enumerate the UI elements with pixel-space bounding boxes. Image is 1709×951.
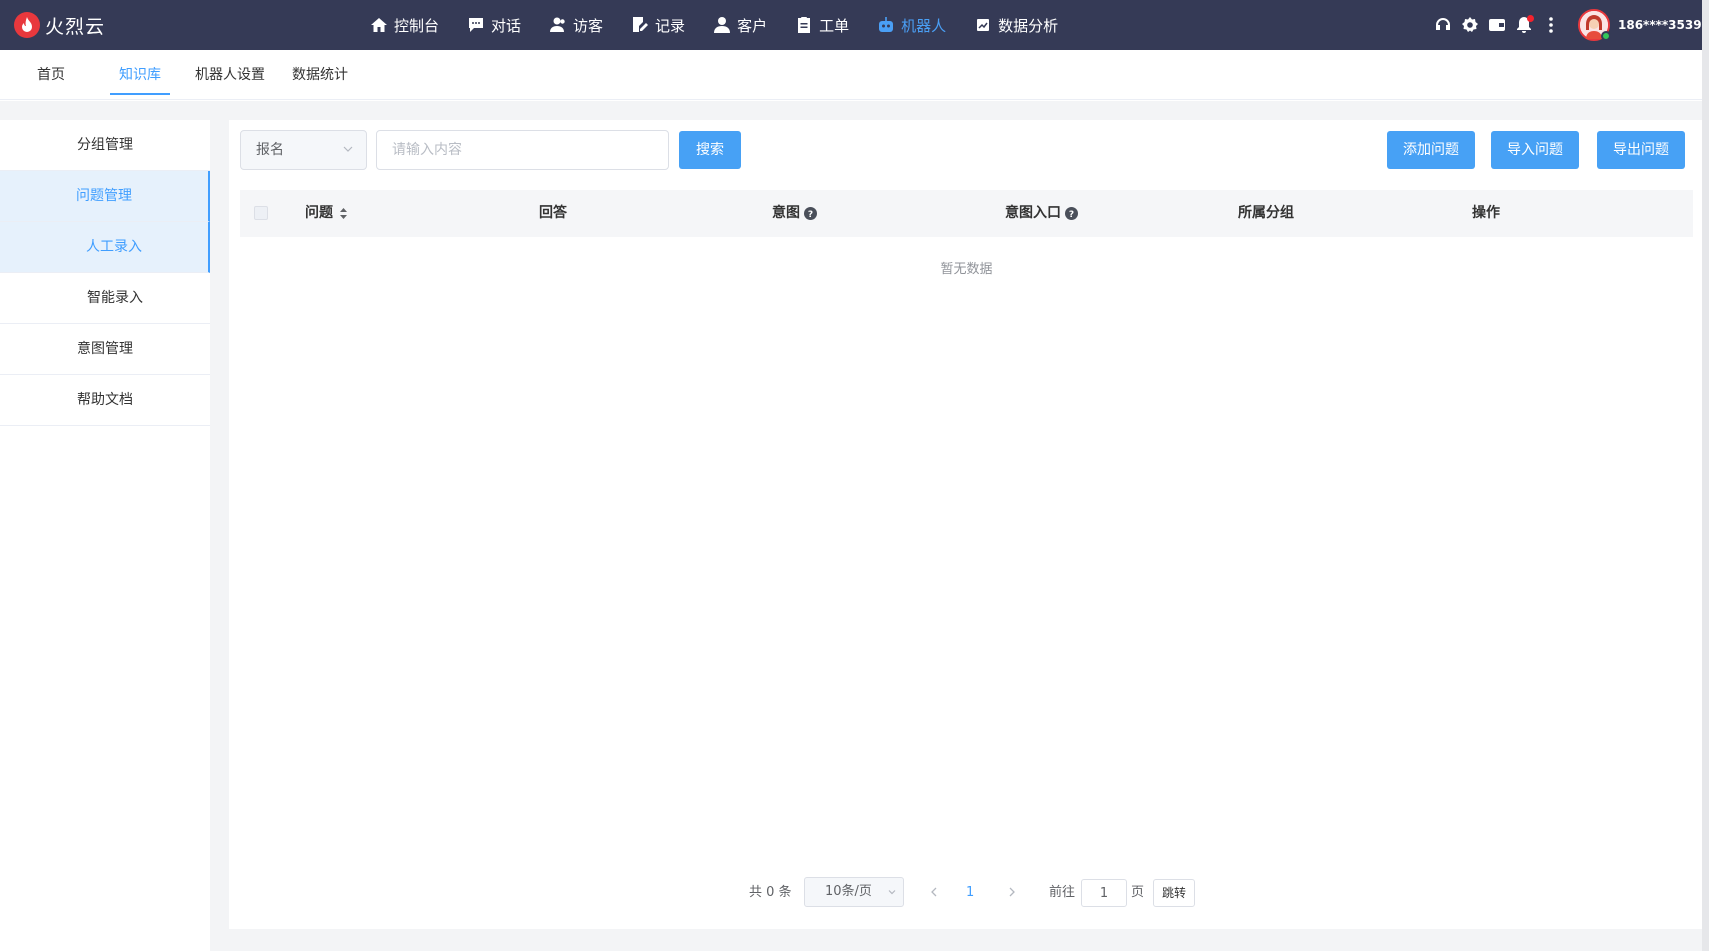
- visitors-icon: [550, 17, 565, 32]
- sort-icon[interactable]: [339, 207, 348, 220]
- sidebar-item-smart-entry[interactable]: 智能录入: [0, 273, 210, 324]
- column-intent-entry-label: 意图入口: [1005, 205, 1061, 221]
- import-question-button[interactable]: 导入问题: [1491, 131, 1579, 169]
- main-panel: 报名 搜索 添加问题 导入问题 导出问题 问题 回答 意图 ? 意图入口 ? 所…: [229, 120, 1702, 929]
- svg-text:?: ?: [808, 210, 813, 220]
- table-header: 问题 回答 意图 ? 意图入口 ? 所属分组 操作: [240, 190, 1693, 237]
- headset-icon: [1436, 18, 1450, 30]
- chat-icon: [469, 18, 484, 32]
- column-actions: 操作: [1472, 190, 1500, 237]
- user-name: 186****3539: [1618, 18, 1702, 32]
- select-all-checkbox[interactable]: [254, 206, 268, 220]
- more-menu-button[interactable]: [1542, 16, 1560, 34]
- header-tools: [1434, 0, 1569, 50]
- logo-text: 火烈云: [45, 15, 106, 38]
- goto-page-input[interactable]: [1081, 879, 1127, 907]
- column-intent: 意图 ?: [772, 190, 817, 237]
- prev-page-icon[interactable]: [927, 885, 941, 899]
- column-answer-label: 回答: [539, 205, 567, 221]
- record-icon: [633, 17, 649, 32]
- nav-label: 对话: [491, 16, 522, 35]
- svg-text:?: ?: [1069, 210, 1074, 220]
- analytics-icon: [977, 19, 990, 31]
- notification-dot: [1527, 15, 1534, 22]
- question-circle-icon[interactable]: ?: [1065, 207, 1078, 220]
- sidebar-item-manual-entry[interactable]: 人工录入: [0, 222, 210, 273]
- top-navbar: 火烈云 控制台 对话 访客 记录 客户 工单 机器人 数据分析 186****3…: [0, 0, 1709, 50]
- tab-home[interactable]: 首页: [36, 50, 66, 100]
- page-size-select[interactable]: 10条/页: [804, 877, 904, 907]
- headset-button[interactable]: [1434, 16, 1452, 34]
- page-number-current[interactable]: 1: [966, 878, 974, 908]
- category-select-value: 报名: [256, 142, 284, 158]
- add-question-button[interactable]: 添加问题: [1387, 131, 1475, 169]
- robot-icon: [879, 17, 894, 32]
- tab-knowledge-base[interactable]: 知识库: [110, 50, 170, 100]
- tab-robot-settings[interactable]: 机器人设置: [194, 50, 266, 100]
- sidebar-item-question-management[interactable]: 问题管理: [0, 171, 210, 222]
- nav-label: 机器人: [901, 16, 947, 35]
- nav-analytics[interactable]: 数据分析: [974, 0, 1058, 50]
- next-page-icon[interactable]: [1005, 885, 1019, 899]
- nav-label: 数据分析: [998, 16, 1059, 35]
- main-nav: 控制台 对话 访客 记录 客户 工单 机器人 数据分析: [370, 0, 1086, 50]
- search-button[interactable]: 搜索: [679, 131, 741, 169]
- nav-records[interactable]: 记录: [631, 0, 685, 50]
- customer-icon: [714, 17, 731, 33]
- nav-customers[interactable]: 客户: [713, 0, 767, 50]
- chevron-down-icon: [343, 146, 353, 152]
- page-size-value: 10条/页: [825, 884, 872, 899]
- question-circle-icon[interactable]: ?: [804, 207, 817, 220]
- column-actions-label: 操作: [1472, 205, 1500, 221]
- column-intent-entry: 意图入口 ?: [1005, 190, 1078, 237]
- nav-label: 控制台: [394, 16, 440, 35]
- ticket-icon: [798, 17, 811, 33]
- tab-data-statistics[interactable]: 数据统计: [291, 50, 349, 100]
- page-scrollbar[interactable]: [1702, 0, 1709, 951]
- sidebar-item-group-management[interactable]: 分组管理: [0, 120, 210, 171]
- wallet-button[interactable]: [1488, 16, 1506, 34]
- jump-button[interactable]: 跳转: [1153, 879, 1195, 907]
- pagination-total: 共 0 条: [749, 885, 792, 900]
- nav-label: 工单: [819, 16, 850, 35]
- sidebar-item-help-docs[interactable]: 帮助文档: [0, 375, 210, 426]
- column-question[interactable]: 问题: [305, 190, 348, 237]
- column-group: 所属分组: [1238, 190, 1294, 237]
- avatar[interactable]: [1578, 9, 1611, 41]
- chevron-down-icon: [888, 890, 896, 895]
- nav-robot[interactable]: 机器人: [877, 0, 946, 50]
- nav-label: 访客: [573, 16, 604, 35]
- nav-console[interactable]: 控制台: [370, 0, 439, 50]
- column-question-label: 问题: [305, 205, 333, 221]
- category-select[interactable]: 报名: [240, 130, 367, 170]
- sub-tabs: 首页 知识库 机器人设置 数据统计: [0, 50, 1709, 100]
- flame-logo-icon: [14, 12, 40, 38]
- gear-icon: [1462, 17, 1478, 32]
- settings-button[interactable]: [1461, 16, 1479, 34]
- sidebar: 分组管理 问题管理 人工录入 智能录入 意图管理 帮助文档: [0, 120, 210, 951]
- sidebar-item-intent-management[interactable]: 意图管理: [0, 324, 210, 375]
- nav-visitors[interactable]: 访客: [549, 0, 603, 50]
- nav-chat[interactable]: 对话: [467, 0, 521, 50]
- goto-suffix: 页: [1131, 885, 1145, 900]
- column-answer: 回答: [539, 190, 567, 237]
- more-vertical-icon: [1549, 17, 1553, 33]
- app-logo[interactable]: 火烈云: [14, 11, 105, 39]
- online-status-dot: [1601, 31, 1611, 41]
- table-empty-text: 暂无数据: [940, 262, 993, 277]
- nav-label: 记录: [655, 16, 686, 35]
- wallet-icon: [1489, 19, 1505, 31]
- export-question-button[interactable]: 导出问题: [1597, 131, 1685, 169]
- notification-button[interactable]: [1515, 15, 1534, 34]
- search-input[interactable]: [376, 130, 669, 170]
- goto-prefix: 前往: [1049, 885, 1076, 900]
- user-menu[interactable]: 186****3539: [1578, 9, 1702, 41]
- column-intent-label: 意图: [772, 205, 800, 221]
- nav-tickets[interactable]: 工单: [795, 0, 849, 50]
- home-icon: [371, 18, 387, 32]
- nav-label: 客户: [737, 16, 768, 35]
- column-group-label: 所属分组: [1238, 205, 1294, 221]
